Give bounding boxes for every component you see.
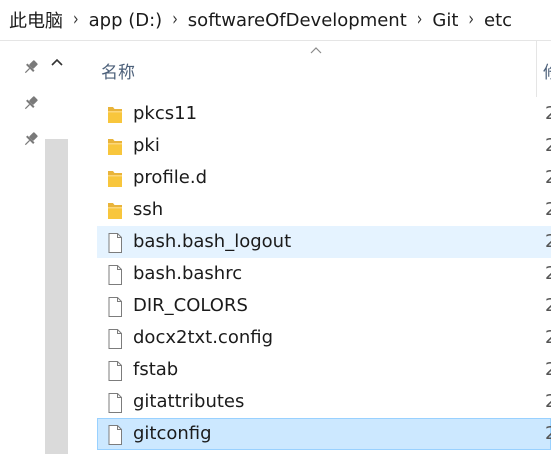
breadcrumb-folder[interactable]: Git xyxy=(424,10,458,31)
file-icon xyxy=(105,328,125,350)
file-icon xyxy=(105,264,125,286)
file-icon xyxy=(105,296,125,318)
date-modified-cell: 2 xyxy=(545,423,551,444)
file-name-label: gitconfig xyxy=(133,423,212,444)
file-list-item[interactable]: bash.bashrc 2 xyxy=(97,258,551,290)
folder-icon xyxy=(105,136,125,158)
breadcrumb-folder[interactable]: softwareOfDevelopment xyxy=(180,10,407,31)
date-modified-cell: 2 xyxy=(545,295,551,316)
date-modified-cell: 2 xyxy=(545,231,551,252)
folder-icon xyxy=(105,200,125,222)
file-icon xyxy=(105,232,125,254)
sort-ascending-icon xyxy=(310,47,322,54)
file-name-label: bash.bashrc xyxy=(133,263,243,284)
pin-icon[interactable] xyxy=(22,130,40,148)
chevron-up-icon xyxy=(50,58,63,66)
date-modified-cell: 2 xyxy=(545,391,551,412)
pin-icon[interactable] xyxy=(22,94,40,112)
scrollbar-thumb[interactable] xyxy=(45,139,68,454)
file-icon xyxy=(105,424,125,446)
file-name-label: docx2txt.config xyxy=(133,327,274,348)
breadcrumb-drive[interactable]: app (D:) xyxy=(81,10,163,31)
breadcrumb-this-pc[interactable]: 此电脑 xyxy=(0,7,63,33)
column-header-row: 名称 修 xyxy=(95,41,551,97)
folder-list-item[interactable]: pki 2 xyxy=(97,130,551,162)
file-name-label: bash.bash_logout xyxy=(133,231,292,252)
scroll-up-button[interactable] xyxy=(43,48,70,76)
folder-list-item[interactable]: pkcs11 2 xyxy=(97,98,551,130)
date-modified-cell: 2 xyxy=(545,263,551,284)
breadcrumb-separator-icon[interactable]: › xyxy=(63,10,81,31)
file-list-item[interactable]: docx2txt.config 2 xyxy=(97,322,551,354)
file-name-label: pkcs11 xyxy=(133,103,198,124)
file-name-label: DIR_COLORS xyxy=(133,295,248,316)
file-list-item[interactable]: fstab 2 xyxy=(97,354,551,386)
date-modified-cell: 2 xyxy=(545,167,551,188)
folder-icon xyxy=(105,104,125,126)
column-header-modified[interactable]: 修 xyxy=(543,58,551,83)
folder-list-item[interactable]: profile.d 2 xyxy=(97,162,551,194)
breadcrumb-current-folder[interactable]: etc xyxy=(476,10,512,31)
vertical-scrollbar[interactable] xyxy=(43,48,70,454)
file-icon xyxy=(105,360,125,382)
file-name-label: ssh xyxy=(133,199,164,220)
pin-icon[interactable] xyxy=(22,58,40,76)
breadcrumb-separator-icon[interactable]: › xyxy=(407,10,425,31)
date-modified-cell: 2 xyxy=(545,103,551,124)
breadcrumb-separator-icon[interactable]: › xyxy=(458,10,476,31)
breadcrumb-separator-icon[interactable]: › xyxy=(162,10,180,31)
folder-icon xyxy=(105,168,125,190)
file-name-label: gitattributes xyxy=(133,391,245,412)
file-list-item[interactable]: DIR_COLORS 2 xyxy=(97,290,551,322)
date-modified-cell: 2 xyxy=(545,327,551,348)
file-name-label: fstab xyxy=(133,359,179,380)
date-modified-cell: 2 xyxy=(545,199,551,220)
date-modified-cell: 2 xyxy=(545,359,551,380)
column-header-name[interactable]: 名称 xyxy=(101,58,135,83)
date-modified-cell: 2 xyxy=(545,135,551,156)
folder-list-item[interactable]: ssh 2 xyxy=(97,194,551,226)
file-list-item[interactable]: gitconfig 2 xyxy=(97,418,551,450)
file-list-item[interactable]: gitattributes 2 xyxy=(97,386,551,418)
file-list-item[interactable]: bash.bash_logout 2 xyxy=(97,226,551,258)
column-divider[interactable] xyxy=(536,41,537,97)
file-icon xyxy=(105,392,125,414)
file-name-label: profile.d xyxy=(133,167,208,188)
file-name-label: pki xyxy=(133,135,160,156)
address-bar[interactable]: 此电脑 › app (D:) › softwareOfDevelopment ›… xyxy=(0,0,551,41)
